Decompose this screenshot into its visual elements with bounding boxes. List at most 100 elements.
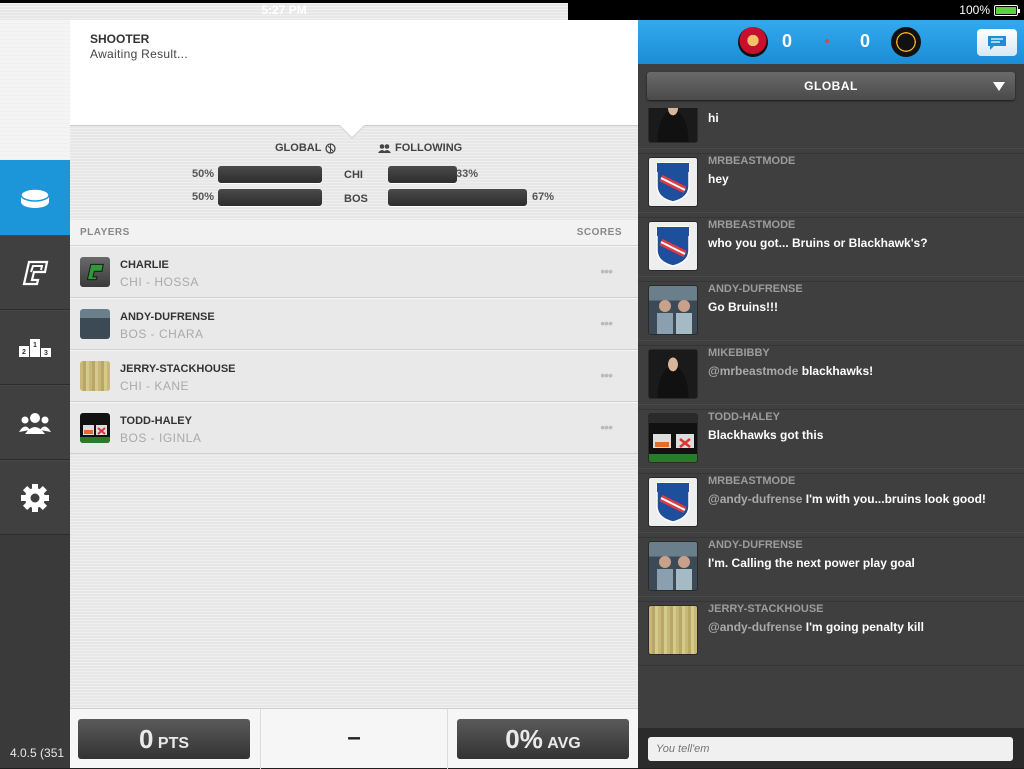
players-table-header: PLAYERS SCORES (70, 220, 638, 246)
points-unit: PTS (157, 735, 190, 752)
nav-item-game[interactable] (0, 160, 70, 235)
chat-message[interactable]: MRBEASTMODE @andy-dufrense I'm with you..… (638, 468, 1024, 538)
player-score: ••• (600, 367, 613, 383)
player-row[interactable]: ANDY-DUFRENSE BOS - CHARA ••• (70, 298, 638, 350)
chi-global-bar (218, 166, 322, 183)
chat-message[interactable]: MRBEASTMODE hey (638, 148, 1024, 218)
message-body: Go Bruins!!! (708, 300, 778, 314)
player-pick: CHI - KANE (120, 379, 190, 393)
chi-following-bar (388, 166, 457, 183)
message-body: blackhawks! (801, 364, 874, 378)
bos-global-bar (218, 189, 322, 206)
player-row[interactable]: TODD-HALEY BOS - IGINLA ••• (70, 402, 638, 454)
chat-input[interactable] (648, 737, 1013, 761)
message-username: ANDY-DUFRENSE (708, 539, 803, 551)
chat-message[interactable]: JERRY-STACKHOUSE @andy-dufrense I'm going… (638, 596, 1024, 666)
message-text: Blackhawks got this (708, 428, 823, 442)
chat-message[interactable]: MRBEASTMODE who you got... Bruins or Blac… (638, 212, 1024, 282)
status-bar: iPad 5:27 PM 100% (0, 0, 1024, 751)
average-unit: AVG (547, 735, 581, 752)
message-text: hey (708, 172, 729, 186)
nav-item-leaderboard[interactable]: 2 1 3 (0, 310, 70, 385)
nav-item-friends[interactable] (0, 385, 70, 460)
player-score: ••• (600, 263, 613, 279)
bos-global-pct: 50% (192, 191, 215, 203)
player-pick: CHI - HOSSA (120, 275, 199, 289)
dropdown-arrow-icon (993, 82, 1005, 91)
away-score: 0 (860, 31, 871, 51)
message-username: MRBEASTMODE (708, 475, 796, 487)
left-nav: 2 1 3 4.0.5 (351 (0, 20, 70, 768)
compose-button[interactable] (977, 29, 1017, 56)
user-avatar (648, 413, 698, 463)
player-row[interactable]: CHARLIE CHI - HOSSA ••• (70, 246, 638, 298)
chat-message[interactable]: ANDY-DUFRENSE Go Bruins!!! (638, 276, 1024, 346)
nav-item-picks[interactable] (0, 235, 70, 310)
battery-percent: 100% (959, 3, 990, 17)
user-avatar (648, 221, 698, 271)
message-body: who you got... Bruins or Blackhawk's? (708, 236, 928, 250)
user-avatar (648, 477, 698, 527)
message-username: MRBEASTMODE (708, 155, 796, 167)
player-avatar (80, 309, 110, 339)
average-value: 0% (505, 724, 543, 754)
nav-item-settings[interactable] (0, 460, 70, 535)
player-name: TODD-HALEY (120, 415, 192, 427)
bos-following-pct: 67% (532, 191, 555, 203)
group-icon (19, 412, 51, 434)
message-text: I'm. Calling the next power play goal (708, 556, 915, 570)
points-value: 0 (138, 724, 154, 754)
following-header: FOLLOWING (378, 142, 462, 154)
game-panel: SHOOTER Awaiting Result... GLOBAL FOLLOW… (70, 20, 638, 769)
user-avatar (648, 349, 698, 399)
message-body: I'm. Calling the next power play goal (708, 556, 915, 570)
bos-label: BOS (344, 193, 368, 205)
chat-bubble-icon (988, 35, 1006, 50)
points-button[interactable]: 0 PTS (78, 719, 250, 759)
message-text: who you got... Bruins or Blackhawk's? (708, 236, 928, 250)
battery-icon (994, 4, 1020, 16)
chi-label: CHI (344, 169, 363, 181)
message-username: MIKEBIBBY (708, 347, 770, 359)
globe-icon (325, 142, 337, 154)
player-row[interactable]: JERRY-STACKHOUSE CHI - KANE ••• (70, 350, 638, 402)
chat-message[interactable]: ANDY-DUFRENSE I'm. Calling the next power… (638, 532, 1024, 602)
puck-icon (20, 187, 50, 208)
player-score: ••• (600, 419, 613, 435)
summary-bar: 0 PTS – 0% AVG (70, 708, 638, 769)
shooter-label: SHOOTER (90, 32, 150, 46)
message-text: @mrbeastmode blackhawks! (708, 364, 873, 378)
player-avatar (80, 413, 110, 443)
pp-logo-icon (22, 260, 49, 285)
svg-text:1: 1 (33, 342, 37, 349)
chat-input-bar (638, 728, 1024, 768)
average-button[interactable]: 0% AVG (457, 719, 629, 759)
chi-global-pct: 50% (192, 168, 215, 180)
player-avatar (80, 361, 110, 391)
chat-message[interactable]: TODD-HALEY Blackhawks got this (638, 404, 1024, 474)
players-table: PLAYERS SCORES CHARLIE CHI - HOSSA ••• A… (70, 220, 638, 454)
blackhawks-logo (738, 27, 768, 57)
following-icon (378, 143, 391, 153)
user-avatar (648, 157, 698, 207)
player-pick: BOS - IGINLA (120, 431, 202, 445)
svg-text:3: 3 (44, 350, 48, 357)
chat-message[interactable]: MIKEBIBBY @mrbeastmode blackhawks! (638, 340, 1024, 410)
message-text: @andy-dufrense I'm going penalty kill (708, 620, 924, 634)
chat-filter-dropdown[interactable]: GLOBAL (647, 72, 1015, 100)
message-text: hi (708, 111, 719, 125)
shooter-status: Awaiting Result... (90, 47, 188, 61)
message-mention[interactable]: @andy-dufrense (708, 492, 802, 506)
message-username: ANDY-DUFRENSE (708, 283, 803, 295)
podium-icon: 2 1 3 (19, 338, 51, 357)
message-body: I'm with you...bruins look good! (805, 492, 986, 506)
message-body: hey (708, 172, 729, 186)
message-mention[interactable]: @mrbeastmode (708, 364, 798, 378)
home-score: 0 (782, 31, 793, 51)
scoreboard: 0 0 (638, 20, 1024, 64)
live-indicator (825, 39, 829, 43)
user-avatar (648, 108, 698, 143)
user-avatar (648, 285, 698, 335)
message-mention[interactable]: @andy-dufrense (708, 620, 802, 634)
player-name: JERRY-STACKHOUSE (120, 363, 236, 375)
